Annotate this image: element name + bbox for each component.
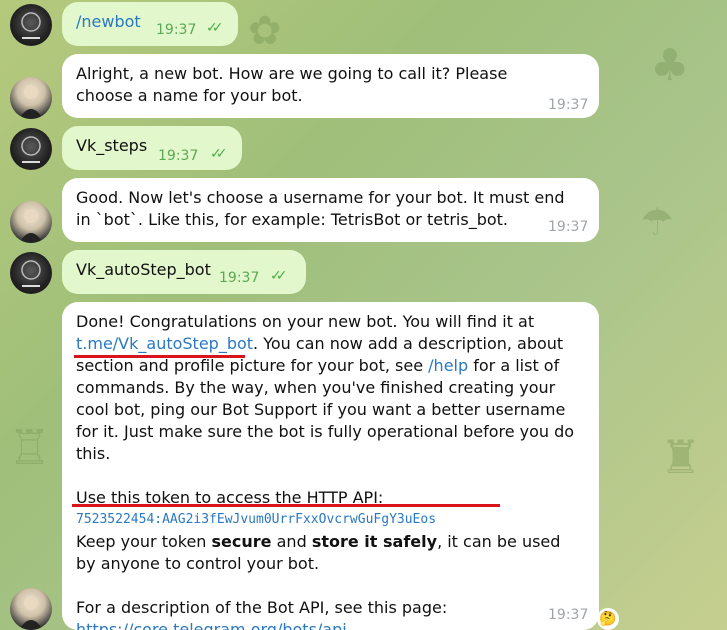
reaction-emoji-icon[interactable]: 🤔	[597, 608, 619, 630]
message-incoming[interactable]: Alright, a new bot. How are we going to …	[62, 54, 599, 118]
bold-text: store it safely	[311, 532, 438, 551]
api-token[interactable]: 7523522454:AAG2i3fEwJvum0UrrFxxOvcrwGuFg…	[76, 509, 585, 531]
read-check-icon: ✓✓	[206, 20, 224, 36]
annotation-underline	[72, 504, 500, 507]
bot-avatar[interactable]	[10, 201, 52, 243]
message-outgoing[interactable]: Vk_autoStep_bot 19:37 ✓✓	[62, 250, 306, 294]
message-time: 19:37	[548, 97, 589, 113]
doodle-icon: ✿	[248, 8, 282, 54]
api-doc-label: For a description of the Bot API, see th…	[76, 598, 448, 617]
message-incoming[interactable]: Good. Now let's choose a username for yo…	[62, 178, 599, 242]
bot-link[interactable]: t.me/Vk_autoStep_bot	[76, 334, 253, 353]
message-time: 19:37	[548, 607, 589, 623]
message-text: Keep your token secure and store it safe…	[76, 531, 581, 575]
text-segment: and	[276, 532, 307, 551]
chat-area: ✿ ♣ ☂ ♜ ♖ /newbot 19:37 ✓✓ Alright, a ne…	[0, 0, 727, 630]
message-time: 19:37	[156, 22, 197, 38]
message-time: 19:37	[158, 148, 199, 164]
message-incoming[interactable]: Done! Congratulations on your new bot. Y…	[62, 302, 599, 630]
bot-avatar[interactable]	[10, 77, 52, 119]
doodle-icon: ♖	[8, 420, 52, 476]
message-text: Good. Now let's choose a username for yo…	[76, 188, 565, 229]
doodle-icon: ☂	[640, 200, 675, 244]
read-check-icon: ✓✓	[210, 146, 228, 162]
read-check-icon: ✓✓	[270, 268, 288, 284]
doodle-icon: ♣	[650, 40, 690, 91]
doodle-icon: ♜	[660, 430, 702, 484]
message-outgoing[interactable]: Vk_steps 19:37 ✓✓	[62, 126, 242, 170]
user-avatar[interactable]	[10, 128, 52, 170]
message-text[interactable]: /newbot	[76, 12, 141, 31]
api-docs-link[interactable]: https://core.telegram.org/bots/api	[76, 619, 585, 630]
bold-text: secure	[211, 532, 272, 551]
message-time: 19:37	[548, 219, 589, 235]
text-segment: Done! Congratulations on your new bot. Y…	[76, 312, 535, 331]
message-text: Done! Congratulations on your new bot. Y…	[76, 311, 581, 465]
text-segment: Keep your token	[76, 532, 207, 551]
message-text: Vk_autoStep_bot	[76, 260, 211, 279]
user-avatar[interactable]	[10, 252, 52, 294]
user-avatar[interactable]	[10, 4, 52, 46]
message-text: Alright, a new bot. How are we going to …	[76, 64, 508, 105]
message-time: 19:37	[219, 270, 260, 286]
bot-avatar[interactable]	[10, 588, 52, 630]
help-link[interactable]: /help	[428, 356, 468, 375]
message-outgoing[interactable]: /newbot 19:37 ✓✓	[62, 2, 238, 46]
message-text: Vk_steps	[76, 136, 148, 155]
annotation-underline	[74, 355, 245, 358]
